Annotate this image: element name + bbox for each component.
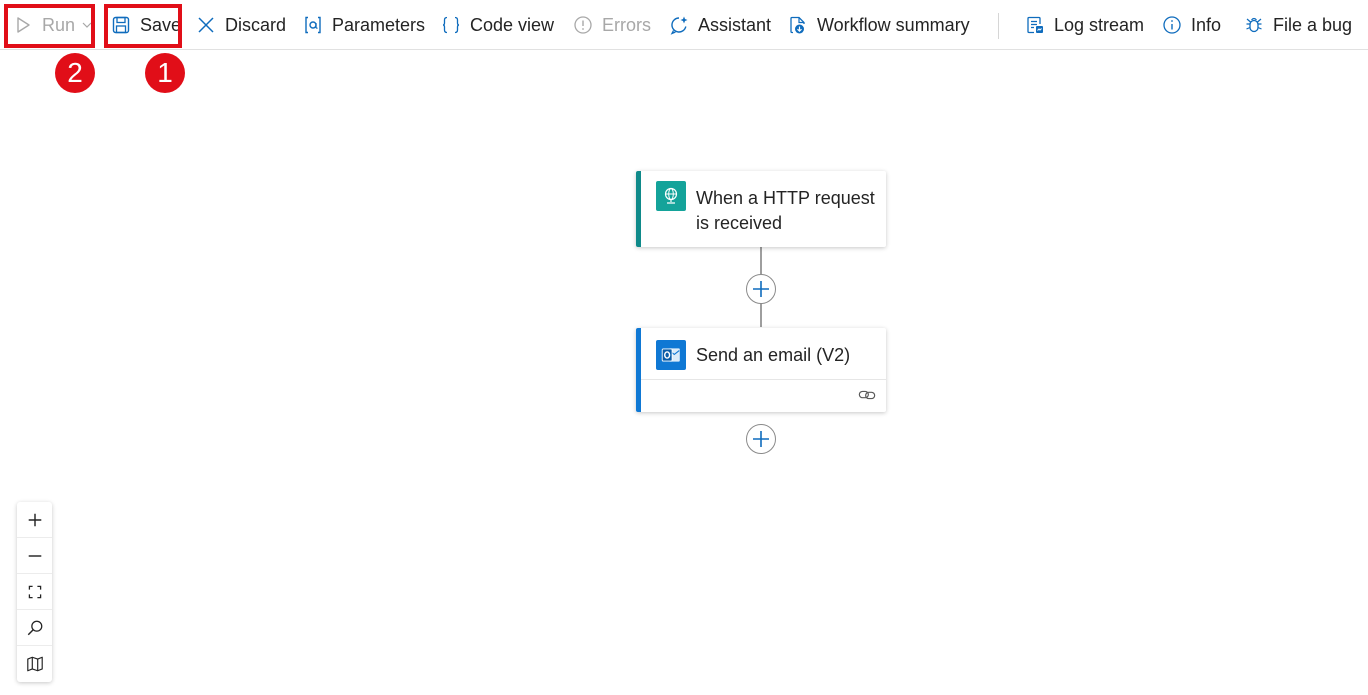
step-badge-2: 2 [55,53,95,93]
save-highlight-box [104,4,182,48]
add-step-button[interactable] [746,274,776,304]
add-step-button-end[interactable] [746,424,776,454]
log-stream-icon [1024,14,1046,36]
parameters-button[interactable]: Parameters [302,0,425,50]
fit-view-button[interactable] [17,574,52,610]
workflow-summary-icon [787,14,809,36]
action-card-title: Send an email (V2) [696,345,851,365]
card-divider [641,379,886,380]
errors-button[interactable]: Errors [572,0,651,50]
plus-icon [753,431,769,447]
parameters-label: Parameters [332,14,426,35]
close-icon [195,14,217,36]
bug-icon [1243,14,1265,36]
file-bug-button[interactable]: File a bug [1243,0,1352,50]
step-badge-1: 1 [145,53,185,93]
toolbar-divider [998,13,999,39]
action-card-send-email[interactable]: Send an email (V2) [636,328,886,412]
assistant-icon [668,14,690,36]
action-accent-bar [636,328,641,412]
connector-line [760,246,762,274]
fit-view-icon [28,585,41,598]
discard-label: Discard [225,14,287,35]
workflow-summary-label: Workflow summary [817,14,970,35]
canvas-zoom-controls [17,502,52,682]
zoom-out-button[interactable] [17,538,52,574]
zoom-in-button[interactable] [17,502,52,538]
trigger-card-title: When a HTTP request is received [696,186,875,236]
parameters-icon [302,14,324,36]
code-view-label: Code view [470,14,555,35]
discard-button[interactable]: Discard [195,0,286,50]
file-bug-label: File a bug [1273,14,1353,35]
zoom-out-icon [28,554,41,557]
assistant-label: Assistant [698,14,772,35]
assistant-button[interactable]: Assistant [668,0,771,50]
log-stream-label: Log stream [1054,14,1145,35]
info-button[interactable]: Info [1161,0,1221,50]
trigger-accent-bar [636,171,641,247]
minimap-icon [26,656,43,672]
trigger-title-line2: is received [696,213,783,233]
error-icon [572,14,594,36]
designer-toolbar: Run Save Discard Parameters Code view Er… [0,0,1368,50]
log-stream-button[interactable]: Log stream [1024,0,1144,50]
plus-icon [753,281,769,297]
workflow-summary-button[interactable]: Workflow summary [787,0,970,50]
info-label: Info [1191,14,1222,35]
link-icon[interactable] [858,388,876,402]
trigger-card-http-request[interactable]: When a HTTP request is received [636,171,886,247]
code-view-button[interactable]: Code view [440,0,554,50]
trigger-title-line1: When a HTTP request [696,188,875,208]
connector-line [760,303,762,327]
errors-label: Errors [602,14,651,35]
minimap-button[interactable] [17,646,52,682]
zoom-in-icon [28,513,41,526]
http-globe-icon [656,181,686,211]
braces-icon [440,14,462,36]
outlook-icon [656,340,686,370]
run-highlight-box [4,4,95,48]
search-icon [27,620,42,635]
search-button[interactable] [17,610,52,646]
info-icon [1161,14,1183,36]
